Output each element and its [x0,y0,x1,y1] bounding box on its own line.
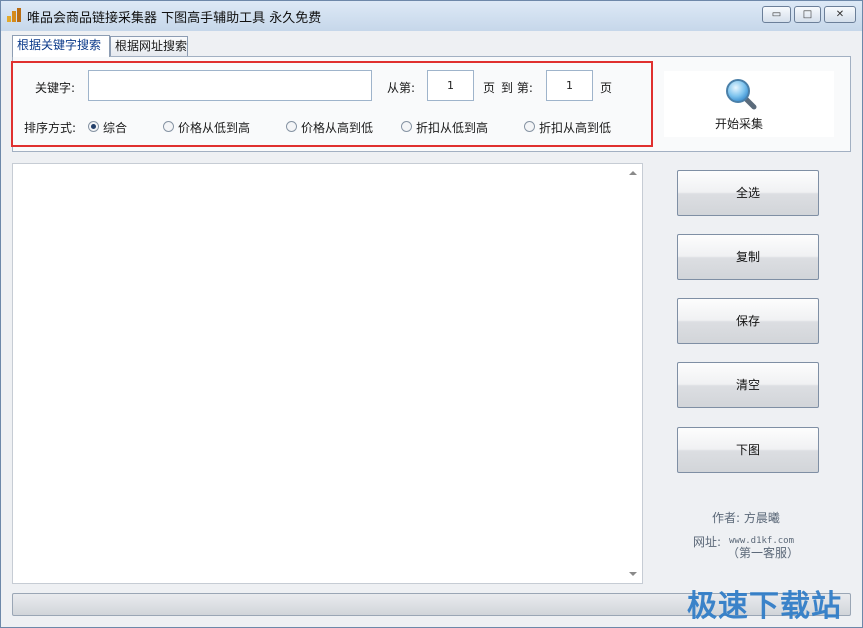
site-note: （第一客服） [727,546,800,560]
radio-button[interactable] [88,121,99,132]
page-unit-label: 页 [483,81,496,95]
watermark-text: 极速下载站 [687,589,842,624]
sort-option-label: 价格从高到低 [301,121,374,135]
keyword-label: 关键字: [35,81,76,95]
tab-url-search[interactable]: 根据网址搜索 [110,36,188,57]
page-unit-label-2: 页 [600,81,613,95]
app-window: 唯品会商品链接采集器 下图高手辅助工具 永久免费 ▭ □ ✕ 根据关键字搜索 根… [0,0,863,628]
sort-option-label: 价格从低到高 [178,121,251,135]
to-page-label: 到 第: [501,81,533,95]
start-collect-button[interactable]: 开始采集 [664,71,834,137]
save-button[interactable]: 保存 [677,298,819,344]
app-icon [7,8,21,22]
scroll-up-arrow-icon[interactable] [629,171,637,175]
site-label: 网址: [693,535,722,549]
from-page-input[interactable] [427,70,474,101]
radio-button[interactable] [286,121,297,132]
author-text: 作者: 方晨曦 [712,511,780,525]
results-scrollbar[interactable] [625,164,642,583]
close-button[interactable]: ✕ [824,6,856,23]
sort-label: 排序方式: [24,121,77,135]
window-title: 唯品会商品链接采集器 下图高手辅助工具 永久免费 [27,11,322,26]
from-page-label: 从第: [387,81,416,95]
select-all-button[interactable]: 全选 [677,170,819,216]
keyword-input[interactable] [88,70,372,101]
title-bar[interactable]: 唯品会商品链接采集器 下图高手辅助工具 永久免费 ▭ □ ✕ [1,1,862,31]
scroll-down-arrow-icon[interactable] [629,572,637,576]
maximize-button[interactable]: □ [794,6,821,23]
to-page-input[interactable] [546,70,593,101]
magnifier-icon [726,79,757,110]
sort-option-label: 综合 [103,121,128,135]
radio-button[interactable] [163,121,174,132]
download-images-button[interactable]: 下图 [677,427,819,473]
radio-button[interactable] [401,121,412,132]
sort-option-label: 折扣从高到低 [539,121,612,135]
results-textarea[interactable] [12,163,643,584]
minimize-button[interactable]: ▭ [762,6,791,23]
clear-button[interactable]: 清空 [677,362,819,408]
copy-button[interactable]: 复制 [677,234,819,280]
sort-option-label: 折扣从低到高 [416,121,489,135]
tab-keyword-search[interactable]: 根据关键字搜索 [12,35,110,57]
radio-button[interactable] [524,121,535,132]
start-collect-label: 开始采集 [715,117,764,131]
